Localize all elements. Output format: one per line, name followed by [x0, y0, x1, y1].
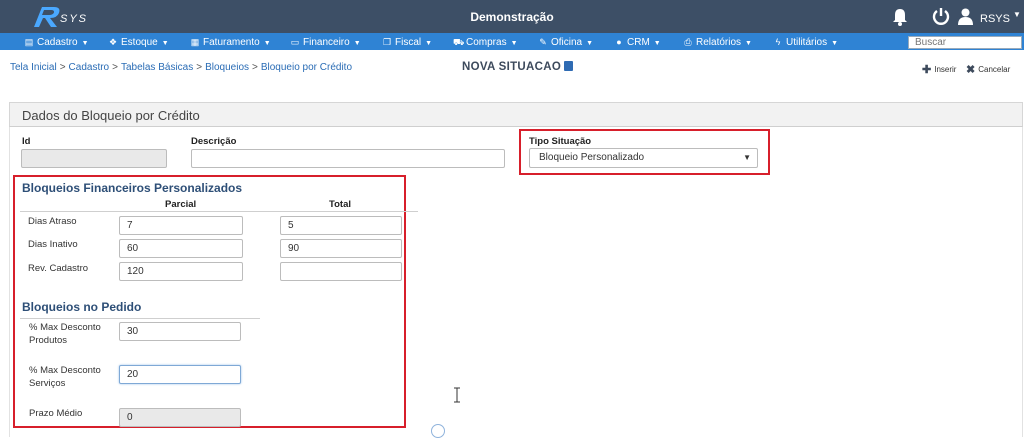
chevron-down-icon: ▼ — [743, 153, 751, 162]
dias-atraso-parcial-field[interactable]: 7 — [119, 216, 243, 235]
breadcrumb-tela-inicial[interactable]: Tela Inicial — [10, 62, 57, 73]
prazo-medio-label: Prazo Médio — [29, 408, 83, 419]
rev-cadastro-label: Rev. Cadastro — [28, 263, 89, 274]
breadcrumb-tabelas-basicas[interactable]: Tabelas Básicas — [121, 62, 193, 73]
power-icon[interactable] — [932, 7, 950, 25]
dias-inativo-total-field[interactable]: 90 — [280, 239, 402, 258]
user-menu-caret-icon[interactable]: ▼ — [1013, 10, 1021, 19]
id-field[interactable] — [21, 149, 167, 168]
caret-down-icon: ▼ — [353, 40, 361, 47]
top-bar: SYS Demonstração RSYS ▼ — [0, 0, 1024, 33]
caret-down-icon: ▼ — [510, 40, 518, 47]
main-menu: ▤ Cadastro ▼ ❖ Estoque ▼ ▦ Faturamento ▼ ▭ Fina… — [0, 33, 1024, 50]
copy-icon: ❐ — [382, 37, 392, 47]
dias-atraso-total-field[interactable]: 5 — [280, 216, 402, 235]
insert-button[interactable]: ✚ Inserir — [922, 63, 956, 76]
caret-down-icon: ▼ — [263, 40, 271, 47]
breadcrumb: Tela Inicial > Cadastro > Tabelas Básicas > Bl… — [10, 62, 352, 73]
plus-icon: ✚ — [922, 64, 932, 76]
cubes-icon: ❖ — [108, 37, 118, 47]
caret-down-icon: ▼ — [425, 40, 433, 47]
tipo-situacao-label: Tipo Situação — [529, 136, 592, 147]
user-name[interactable]: RSYS — [980, 13, 1010, 25]
desconto-produtos-field[interactable]: 30 — [119, 322, 241, 341]
page-title: NOVA SITUACAO — [462, 61, 574, 73]
caret-down-icon: ▼ — [81, 40, 89, 47]
money-icon: ▭ — [290, 37, 300, 47]
col-total-header: Total — [329, 199, 351, 210]
calculator-icon: ▦ — [190, 37, 200, 47]
panel-title: Dados do Bloqueio por Crédito — [22, 108, 200, 123]
prazo-medio-field[interactable]: 0 — [119, 408, 241, 427]
table-divider — [20, 211, 418, 212]
search-input[interactable] — [908, 36, 1022, 49]
rev-cadastro-parcial-field[interactable]: 120 — [119, 262, 243, 281]
menu-item-estoque[interactable]: ❖ Estoque ▼ — [108, 35, 169, 49]
truck-icon: ⛟ — [453, 37, 465, 47]
id-label: Id — [22, 136, 31, 147]
caret-down-icon: ▼ — [745, 40, 752, 47]
menu-item-faturamento[interactable]: ▦ Faturamento ▼ — [190, 35, 271, 49]
rev-cadastro-total-field[interactable] — [280, 262, 402, 281]
desconto-produtos-label: % Max Desconto Produtos — [29, 322, 101, 346]
tipo-situacao-select[interactable]: Bloqueio Personalizado ▼ — [529, 148, 758, 168]
bolt-icon: ϟ — [775, 37, 781, 47]
menu-item-cadastro[interactable]: ▤ Cadastro ▼ — [24, 35, 89, 49]
menu-item-financeiro[interactable]: ▭ Financeiro ▼ — [290, 35, 361, 49]
text-cursor-icon — [454, 387, 460, 403]
menu-item-compras[interactable]: ⛟ Compras ▼ — [453, 35, 518, 49]
menu-item-fiscal[interactable]: ❐ Fiscal ▼ — [382, 35, 432, 49]
menu-item-utilitarios[interactable]: ϟ Utilitários ▼ — [773, 35, 838, 49]
caret-down-icon: ▼ — [586, 40, 594, 47]
cancel-button[interactable]: ✖ Cancelar — [966, 63, 1010, 76]
loading-indicator-icon — [431, 424, 445, 438]
col-parcial-header: Parcial — [165, 199, 197, 210]
menu-item-crm[interactable]: ● CRM ▼ — [614, 35, 661, 49]
descricao-label: Descrição — [191, 136, 237, 147]
financeiros-section-title: Bloqueios Financeiros Personalizados — [22, 181, 243, 195]
breadcrumb-cadastro[interactable]: Cadastro — [69, 62, 110, 73]
breadcrumb-bloqueio-por-credito[interactable]: Bloqueio por Crédito — [261, 62, 352, 73]
users-icon: ● — [616, 37, 622, 47]
app-title: Demonstração — [470, 10, 554, 24]
print-icon: ⎙ — [684, 37, 692, 47]
breadcrumb-separator: > — [196, 62, 203, 73]
desconto-servicos-field[interactable]: 20 — [119, 365, 241, 384]
book-icon: ▤ — [24, 37, 34, 47]
dias-inativo-label: Dias Inativo — [28, 239, 78, 250]
caret-down-icon: ▼ — [161, 40, 169, 47]
pedido-section-title: Bloqueios no Pedido — [22, 300, 142, 314]
caret-down-icon: ▼ — [831, 40, 839, 47]
breadcrumb-bloqueios[interactable]: Bloqueios — [205, 62, 249, 73]
desconto-servicos-label: % Max Desconto Serviços — [29, 365, 101, 389]
menu-item-oficina[interactable]: ✎ Oficina ▼ — [538, 35, 593, 49]
user-icon[interactable] — [958, 8, 973, 25]
dias-atraso-label: Dias Atraso — [28, 216, 77, 227]
book-icon[interactable] — [564, 61, 574, 71]
bell-icon[interactable] — [891, 7, 909, 27]
close-icon: ✖ — [966, 64, 976, 76]
pedido-divider — [20, 318, 260, 319]
caret-down-icon: ▼ — [653, 40, 661, 47]
breadcrumb-separator: > — [112, 62, 118, 73]
wrench-icon: ✎ — [539, 37, 547, 47]
menu-item-relatorios[interactable]: ⎙ Relatórios ▼ — [683, 35, 752, 49]
breadcrumb-separator: > — [59, 62, 66, 73]
breadcrumb-separator: > — [252, 62, 258, 73]
dias-inativo-parcial-field[interactable]: 60 — [119, 239, 243, 258]
panel-header: Dados do Bloqueio por Crédito — [9, 102, 1023, 127]
descricao-field[interactable] — [191, 149, 505, 168]
